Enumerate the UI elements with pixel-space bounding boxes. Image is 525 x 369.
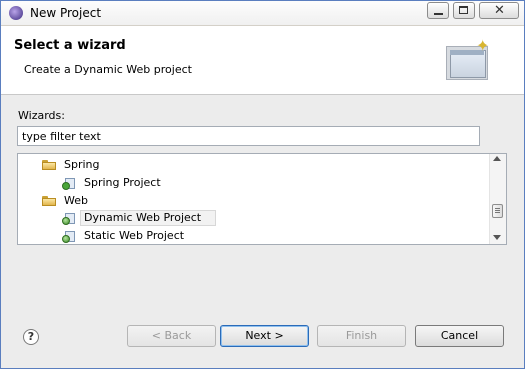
close-icon: ✕ bbox=[494, 3, 505, 18]
page-title: Select a wizard bbox=[14, 38, 126, 53]
maximize-button[interactable] bbox=[453, 2, 475, 19]
close-button[interactable]: ✕ bbox=[479, 2, 519, 19]
wizard-header: Select a wizard Create a Dynamic Web pro… bbox=[1, 26, 524, 95]
next-button[interactable]: Next > bbox=[220, 325, 309, 347]
window-title: New Project bbox=[30, 6, 102, 20]
maximize-icon bbox=[459, 6, 468, 14]
cancel-button[interactable]: Cancel bbox=[415, 325, 504, 347]
folder-icon bbox=[42, 196, 56, 206]
tree-item-label: Spring bbox=[64, 158, 100, 171]
eclipse-icon bbox=[9, 6, 23, 20]
filter-input[interactable] bbox=[17, 126, 480, 146]
tree-item-label: Web bbox=[64, 194, 88, 207]
scroll-up-icon[interactable] bbox=[493, 156, 501, 161]
page-description: Create a Dynamic Web project bbox=[24, 63, 192, 76]
folder-icon bbox=[42, 160, 56, 170]
scroll-thumb[interactable] bbox=[492, 204, 503, 218]
wizards-label: Wizards: bbox=[18, 109, 65, 122]
tree-item-label: Dynamic Web Project bbox=[84, 211, 202, 224]
web-project-icon bbox=[62, 229, 76, 243]
scroll-down-icon[interactable] bbox=[493, 235, 501, 240]
finish-button[interactable]: Finish bbox=[317, 325, 406, 347]
help-button[interactable]: ? bbox=[23, 329, 39, 345]
title-bar[interactable]: New Project ✕ bbox=[1, 1, 524, 26]
back-button[interactable]: < Back bbox=[127, 325, 216, 347]
minimize-button[interactable] bbox=[427, 2, 449, 19]
new-wizard-banner-icon: ✦ bbox=[446, 36, 492, 80]
wizard-tree[interactable]: Spring Spring Project Web Dynamic Web Pr… bbox=[17, 153, 507, 245]
tree-item-label: Static Web Project bbox=[84, 229, 185, 242]
web-project-icon bbox=[62, 211, 76, 225]
wizard-content: Wizards: Spring Spring Project Web bbox=[1, 95, 524, 368]
spring-project-icon bbox=[62, 176, 76, 190]
new-project-dialog: New Project ✕ Select a wizard Create a D… bbox=[0, 0, 525, 369]
minimize-icon bbox=[434, 13, 443, 15]
tree-item-label: Spring Project bbox=[84, 176, 161, 189]
tree-scrollbar[interactable] bbox=[489, 154, 506, 244]
